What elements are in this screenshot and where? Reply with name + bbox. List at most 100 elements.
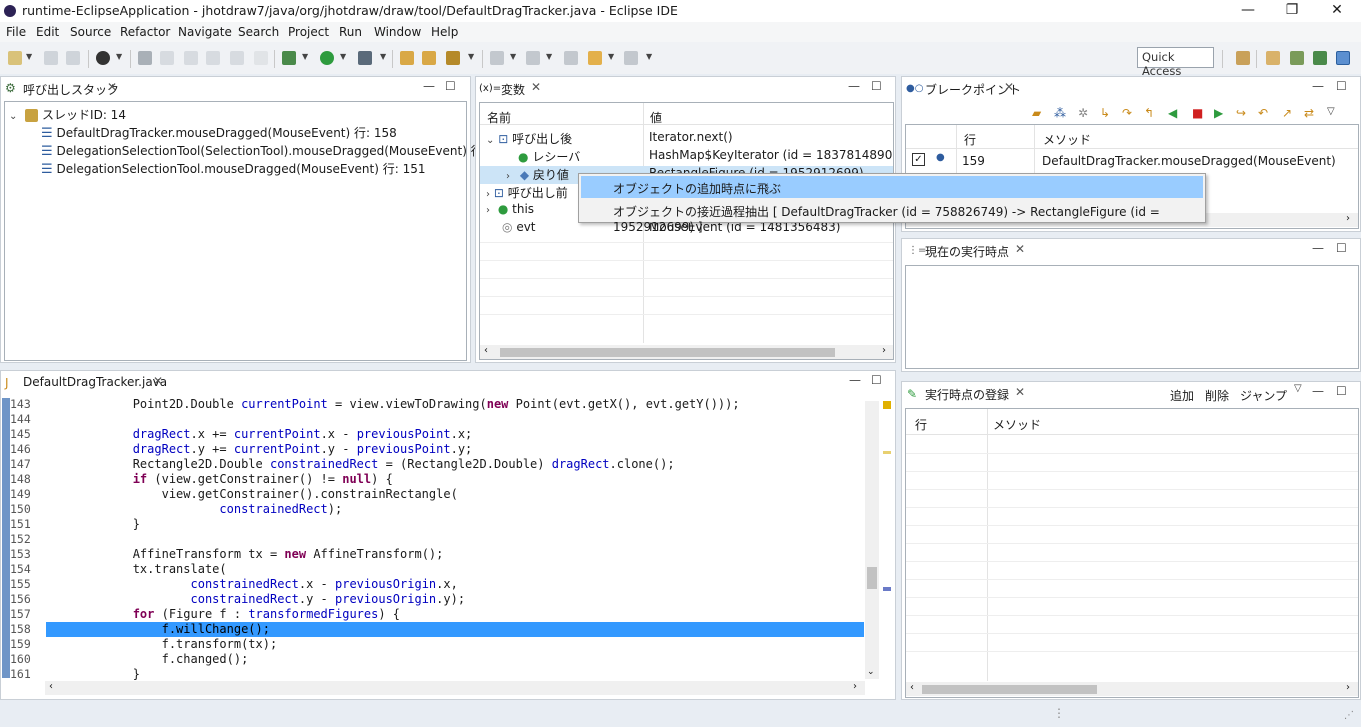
minimize-button[interactable]: — bbox=[1228, 1, 1268, 21]
code-line[interactable]: f.changed(); bbox=[46, 652, 249, 667]
close-icon[interactable]: ✕ bbox=[1015, 242, 1025, 256]
scroll-right-icon[interactable]: › bbox=[1346, 213, 1350, 224]
stack-frame-0[interactable]: ☰ DefaultDragTracker.mouseDragged(MouseE… bbox=[41, 124, 397, 142]
scroll-right-icon[interactable]: › bbox=[882, 345, 886, 356]
column-line[interactable]: 行 bbox=[964, 131, 976, 148]
maximize-view-button[interactable]: ☐ bbox=[445, 79, 456, 93]
menu-item-jump-to-add-point[interactable]: オブジェクトの追加時点に飛ぶ bbox=[581, 176, 1203, 198]
thread-node[interactable]: ⌄ スレッドID: 14 bbox=[9, 106, 126, 124]
maximize-view-button[interactable]: ☐ bbox=[1336, 384, 1347, 398]
skip-icon[interactable]: ✲ bbox=[1078, 106, 1088, 120]
step-over-icon[interactable]: ↷ bbox=[1122, 106, 1132, 120]
minimize-view-button[interactable]: — bbox=[1312, 384, 1324, 398]
tab-editor[interactable]: J DefaultDragTracker.java ✕ bbox=[1, 371, 171, 395]
delete-button[interactable]: 削除 bbox=[1205, 387, 1229, 404]
new-icon[interactable] bbox=[8, 51, 22, 65]
drop-frame-icon[interactable]: ↗ bbox=[1282, 106, 1292, 120]
debug-icon[interactable] bbox=[282, 51, 296, 65]
menu-search[interactable]: Search bbox=[238, 25, 279, 39]
menu-item-extract-approach[interactable]: オブジェクトの接近過程抽出 [ DefaultDragTracker (id =… bbox=[581, 199, 1203, 234]
minimize-view-button[interactable]: — bbox=[1312, 79, 1324, 93]
code-line[interactable]: dragRect.x += currentPoint.x - previousP… bbox=[46, 427, 473, 442]
horizontal-scrollbar[interactable]: ‹ › bbox=[45, 681, 865, 695]
mark-icon[interactable] bbox=[184, 51, 198, 65]
code-line[interactable]: Point2D.Double currentPoint = view.viewT… bbox=[46, 397, 740, 412]
scroll-left-icon[interactable]: ‹ bbox=[910, 682, 914, 693]
horizontal-scrollbar[interactable]: ‹ › bbox=[906, 682, 1358, 696]
team-perspective-icon[interactable] bbox=[1290, 51, 1304, 65]
profile-icon[interactable] bbox=[96, 51, 110, 65]
vertical-scrollbar[interactable]: ⌄ bbox=[865, 401, 879, 679]
minimize-view-button[interactable]: — bbox=[849, 373, 861, 387]
code-line[interactable]: for (Figure f : transformedFigures) { bbox=[46, 607, 400, 622]
code-line[interactable]: } bbox=[46, 517, 140, 532]
column-line[interactable]: 行 bbox=[915, 416, 927, 433]
custom-perspective-icon[interactable] bbox=[1336, 51, 1350, 65]
jump-button[interactable]: ジャンプ bbox=[1240, 387, 1287, 404]
variable-row[interactable]: ⌄ ⊡ 呼び出し後 Iterator.next() bbox=[486, 130, 886, 148]
open-type-icon[interactable] bbox=[400, 51, 414, 65]
scrollbar-thumb[interactable] bbox=[922, 685, 1097, 694]
close-icon[interactable]: ✕ bbox=[1015, 385, 1025, 399]
close-icon[interactable]: ✕ bbox=[1004, 80, 1014, 94]
close-icon[interactable]: ✕ bbox=[531, 80, 541, 94]
open-resource-icon[interactable] bbox=[422, 51, 436, 65]
code-line[interactable]: dragRect.y += currentPoint.y - previousP… bbox=[46, 442, 473, 457]
view-menu-icon[interactable]: ▽ bbox=[1294, 383, 1302, 394]
column-method[interactable]: メソッド bbox=[1043, 131, 1091, 148]
warning-marker[interactable] bbox=[883, 401, 891, 409]
code-line[interactable]: AffineTransform tx = new AffineTransform… bbox=[46, 547, 444, 562]
menu-window[interactable]: Window bbox=[374, 25, 421, 39]
open-icon[interactable]: ▰ bbox=[1032, 106, 1041, 120]
tab-current-point[interactable]: ⋮= 現在の実行時点 ✕ bbox=[902, 239, 1032, 263]
tab-registration[interactable]: ✎ 実行時点の登録 ✕ bbox=[902, 382, 1032, 406]
stack-frame-2[interactable]: ☰ DelegationSelectionTool.mouseDragged(M… bbox=[41, 160, 426, 178]
scrollbar-thumb[interactable] bbox=[500, 348, 835, 357]
stack-frame-1[interactable]: ☰ DelegationSelectionTool(SelectionTool)… bbox=[41, 142, 513, 160]
overview-marker[interactable] bbox=[883, 587, 891, 591]
tab-variables[interactable]: (x)= 変数 ✕ bbox=[476, 77, 548, 101]
resume-icon[interactable]: ▶ bbox=[1214, 106, 1223, 120]
breakpoint-row[interactable]: ✓ ● 159 DefaultDragTracker.mouseDragged(… bbox=[906, 151, 1358, 171]
tab-breakpoints[interactable]: ●○ ブレークポイント ✕ bbox=[902, 77, 1032, 101]
open-perspective-icon[interactable] bbox=[1236, 51, 1250, 65]
minimize-view-button[interactable]: — bbox=[848, 79, 860, 93]
column-name[interactable]: 名前 bbox=[487, 109, 511, 126]
code-line[interactable]: constrainedRect); bbox=[46, 502, 342, 517]
scroll-left-icon[interactable]: ‹ bbox=[49, 681, 53, 692]
menu-help[interactable]: Help bbox=[431, 25, 458, 39]
close-icon[interactable]: ✕ bbox=[153, 374, 163, 388]
maximize-button[interactable]: ❐ bbox=[1272, 1, 1312, 21]
menu-project[interactable]: Project bbox=[288, 25, 329, 39]
resume-back-icon[interactable]: ◀ bbox=[1168, 106, 1177, 120]
save-all-icon[interactable] bbox=[66, 51, 80, 65]
maximize-view-button[interactable]: ☐ bbox=[1336, 241, 1347, 255]
step-into-icon[interactable]: ↳ bbox=[1100, 106, 1110, 120]
overview-marker[interactable] bbox=[883, 451, 891, 454]
block-icon[interactable] bbox=[206, 51, 220, 65]
column-value[interactable]: 値 bbox=[650, 109, 662, 126]
code-line[interactable]: } bbox=[46, 667, 140, 682]
back-icon[interactable] bbox=[588, 51, 602, 65]
column-method[interactable]: メソッド bbox=[993, 416, 1041, 433]
edit-icon[interactable] bbox=[160, 51, 174, 65]
code-line[interactable]: Rectangle2D.Double constrainedRect = (Re… bbox=[46, 457, 675, 472]
menu-file[interactable]: File bbox=[6, 25, 26, 39]
menu-navigate[interactable]: Navigate bbox=[178, 25, 232, 39]
close-button[interactable]: ✕ bbox=[1317, 1, 1357, 21]
use-step-filters-icon[interactable]: ⇄ bbox=[1304, 106, 1314, 120]
quick-access-input[interactable]: Quick Access bbox=[1137, 47, 1214, 78]
search-icon[interactable] bbox=[446, 51, 460, 65]
menu-source[interactable]: Source bbox=[70, 25, 111, 39]
scroll-left-icon[interactable]: ‹ bbox=[484, 345, 488, 356]
format-icon[interactable] bbox=[230, 51, 244, 65]
prev-annotation-icon[interactable] bbox=[526, 51, 540, 65]
save-icon[interactable] bbox=[44, 51, 58, 65]
resize-grip-icon[interactable]: ⋰ bbox=[1344, 710, 1354, 721]
scroll-right-icon[interactable]: › bbox=[1346, 682, 1350, 693]
minimize-view-button[interactable]: — bbox=[1312, 241, 1324, 255]
code-line[interactable]: constrainedRect.y - previousOrigin.y); bbox=[46, 592, 466, 607]
code-line[interactable]: if (view.getConstrainer() != null) { bbox=[46, 472, 393, 487]
debug-perspective-icon[interactable] bbox=[1313, 51, 1327, 65]
scroll-down-icon[interactable]: ⌄ bbox=[867, 667, 875, 677]
